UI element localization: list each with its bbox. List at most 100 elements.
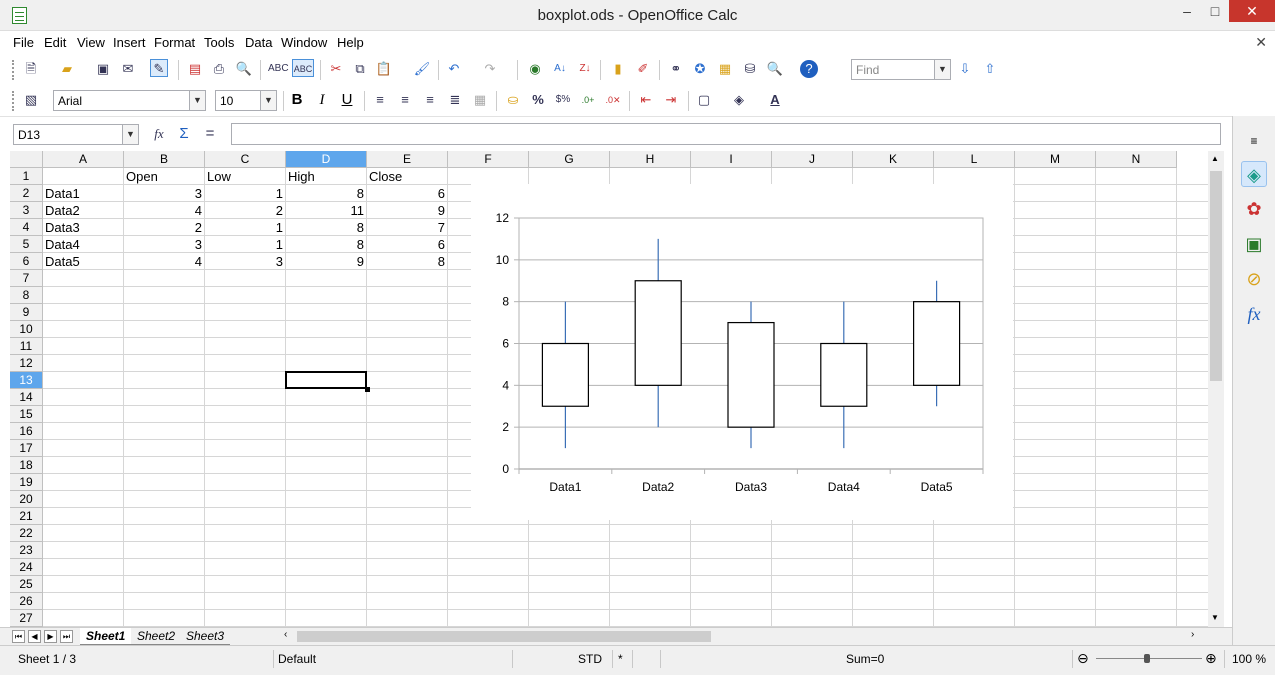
fill-handle[interactable] <box>365 387 370 392</box>
cell-c6[interactable]: 3 <box>205 253 285 270</box>
cell-e1[interactable]: Close <box>367 168 447 185</box>
cell-a5[interactable]: Data4 <box>43 236 123 253</box>
navigator-icon[interactable]: ✪ <box>691 60 709 78</box>
new-document-icon[interactable]: 🗎 <box>22 60 40 78</box>
autospellcheck-icon[interactable]: ABC <box>292 59 314 77</box>
column-header-j[interactable]: J <box>772 151 853 168</box>
tab-sheet2[interactable]: Sheet2 <box>131 628 182 645</box>
cell-e4[interactable]: 7 <box>367 219 447 236</box>
cell-cursor[interactable] <box>285 371 367 389</box>
styles-formatting-icon[interactable]: ▧ <box>22 91 40 109</box>
row-header-1[interactable]: 1 <box>10 168 43 185</box>
zoom-icon[interactable]: 🔍 <box>766 60 784 78</box>
gallery-icon[interactable]: ▦ <box>716 60 734 78</box>
cell-d3[interactable]: 11 <box>286 202 366 219</box>
background-color-icon[interactable]: ◈ <box>730 91 748 109</box>
cell-c4[interactable]: 1 <box>205 219 285 236</box>
menu-data[interactable]: Data <box>245 35 272 50</box>
column-header-m[interactable]: M <box>1015 151 1096 168</box>
row-header-19[interactable]: 19 <box>10 474 43 491</box>
cell-e2[interactable]: 6 <box>367 185 447 202</box>
candlestick-chart[interactable]: 0 2 4 6 8 10 12 Data1 Data2 Data3 Data4 Data5 <box>471 184 1013 520</box>
column-header-c[interactable]: C <box>205 151 286 168</box>
align-left-icon[interactable]: ≡ <box>371 91 389 109</box>
column-header-k[interactable]: K <box>853 151 934 168</box>
scroll-right-icon[interactable]: › <box>1191 629 1194 640</box>
page-style[interactable]: Default <box>278 652 316 666</box>
zoom-slider-handle[interactable] <box>1144 654 1150 663</box>
gallery-icon[interactable]: ▣ <box>1241 231 1267 257</box>
font-color-icon[interactable]: A <box>766 91 784 109</box>
properties-icon[interactable]: ◈ <box>1241 161 1267 187</box>
sort-descending-icon[interactable]: Z↓ <box>576 60 594 78</box>
redo-icon[interactable]: ↷ <box>481 60 499 78</box>
row-header-26[interactable]: 26 <box>10 593 43 610</box>
row-header-22[interactable]: 22 <box>10 525 43 542</box>
font-size-box[interactable]: 10 ▼ <box>215 90 277 111</box>
merge-cells-icon[interactable]: ▦ <box>471 91 489 109</box>
row-header-23[interactable]: 23 <box>10 542 43 559</box>
print-icon[interactable]: ⎙ <box>210 60 228 78</box>
cell-d5[interactable]: 8 <box>286 236 366 253</box>
show-draw-functions-icon[interactable]: ✐ <box>634 60 652 78</box>
cell-d4[interactable]: 8 <box>286 219 366 236</box>
selection-mode[interactable]: STD <box>578 652 602 666</box>
menu-format[interactable]: Format <box>154 35 195 50</box>
zoom-in-icon[interactable]: ⊕ <box>1205 650 1217 667</box>
justify-icon[interactable]: ≣ <box>446 91 464 109</box>
minimize-button[interactable]: – <box>1172 0 1202 22</box>
column-header-e[interactable]: E <box>367 151 448 168</box>
cell-a2[interactable]: Data1 <box>43 185 123 202</box>
cell-c5[interactable]: 1 <box>205 236 285 253</box>
row-header-2[interactable]: 2 <box>10 185 43 202</box>
page-preview-icon[interactable]: 🔍 <box>235 60 253 78</box>
sum-display[interactable]: Sum=0 <box>846 652 884 666</box>
delete-decimal-icon[interactable]: .0✕ <box>604 91 622 109</box>
column-header-n[interactable]: N <box>1096 151 1177 168</box>
row-header-13[interactable]: 13 <box>10 372 43 389</box>
row-header-17[interactable]: 17 <box>10 440 43 457</box>
italic-button[interactable]: I <box>313 91 331 109</box>
close-window-button[interactable]: ✕ <box>1229 0 1275 22</box>
insert-chart-icon[interactable]: ▮ <box>609 60 627 78</box>
toolbar-grip[interactable] <box>12 91 15 111</box>
decrease-indent-icon[interactable]: ⇤ <box>637 91 655 109</box>
close-document-icon[interactable]: ✕ <box>1255 34 1267 51</box>
formula-input[interactable] <box>231 123 1221 145</box>
zoom-out-icon[interactable]: ⊖ <box>1077 650 1089 667</box>
standard-format-icon[interactable]: $% <box>554 91 572 109</box>
hyperlink-icon[interactable]: ◉ <box>526 60 544 78</box>
menu-insert[interactable]: Insert <box>113 35 146 50</box>
scroll-left-icon[interactable]: ‹ <box>284 629 287 640</box>
row-header-9[interactable]: 9 <box>10 304 43 321</box>
row-header-3[interactable]: 3 <box>10 202 43 219</box>
toolbar-grip[interactable] <box>12 60 15 80</box>
cut-icon[interactable]: ✂ <box>327 60 345 78</box>
cell-d2[interactable]: 8 <box>286 185 366 202</box>
sum-icon[interactable]: Σ <box>175 125 193 143</box>
cell-e5[interactable]: 6 <box>367 236 447 253</box>
row-header-6[interactable]: 6 <box>10 253 43 270</box>
functions-icon[interactable]: fx <box>1241 301 1267 327</box>
bold-button[interactable]: B <box>288 91 306 109</box>
sidebar-menu-icon[interactable]: ≡ <box>1241 128 1267 154</box>
maximize-button[interactable]: □ <box>1200 0 1230 22</box>
borders-icon[interactable]: ▢ <box>695 91 713 109</box>
find-field[interactable]: Find ▼ <box>851 59 951 80</box>
styles-icon[interactable]: ✿ <box>1241 196 1267 222</box>
column-header-h[interactable]: H <box>610 151 691 168</box>
cell-a3[interactable]: Data2 <box>43 202 123 219</box>
cell-e3[interactable]: 9 <box>367 202 447 219</box>
zoom-level[interactable]: 100 % <box>1232 652 1266 666</box>
underline-button[interactable]: U <box>338 91 356 109</box>
clone-formatting-icon[interactable]: 🖌 <box>413 60 431 78</box>
cell-a6[interactable]: Data5 <box>43 253 123 270</box>
cell-b4[interactable]: 2 <box>124 219 204 236</box>
next-sheet-icon[interactable]: ▶ <box>44 630 57 643</box>
row-header-21[interactable]: 21 <box>10 508 43 525</box>
previous-sheet-icon[interactable]: ◀ <box>28 630 41 643</box>
navigator-icon[interactable]: ⊘ <box>1241 266 1267 292</box>
cell-b6[interactable]: 4 <box>124 253 204 270</box>
cell-d6[interactable]: 9 <box>286 253 366 270</box>
select-all-corner[interactable] <box>10 151 43 168</box>
